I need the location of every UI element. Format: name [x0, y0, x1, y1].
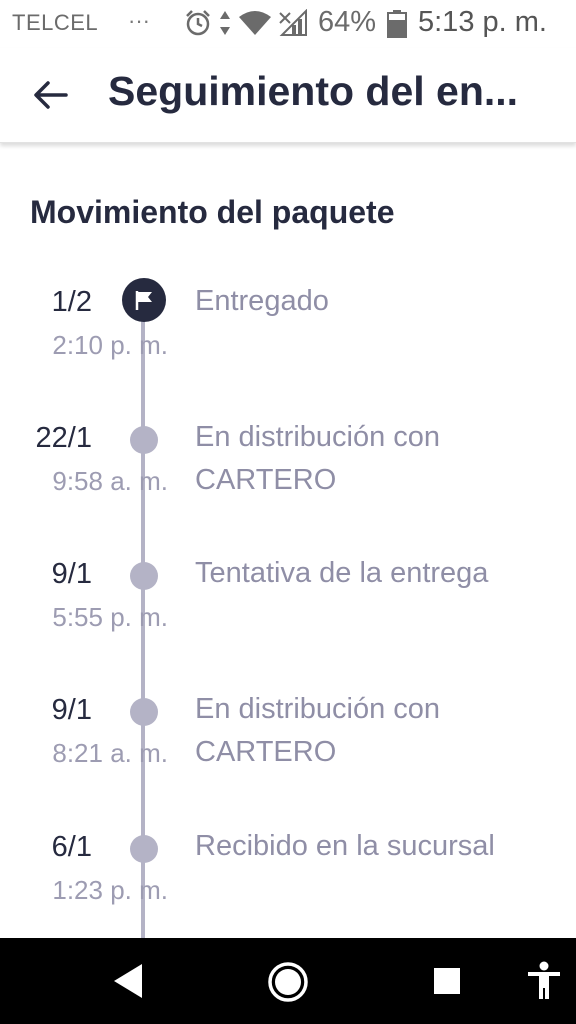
timeline-event: 9/1 5:55 p. m. Tentativa de la entrega: [0, 557, 576, 688]
timeline-dot: [130, 835, 158, 863]
home-circle-icon: [268, 962, 308, 1002]
back-button[interactable]: [28, 72, 74, 118]
event-description: Tentativa de la entrega: [195, 557, 489, 589]
event-description: En distribución con CARTERO: [195, 693, 441, 768]
battery-percent: 64%: [318, 6, 377, 38]
flag-icon: [135, 291, 152, 310]
data-arrows-icon: [220, 11, 230, 35]
tracking-content[interactable]: Movimiento del paquete 1/2 2:10 p. m. En…: [0, 152, 576, 938]
event-description: Recibido en la sucursal: [195, 830, 495, 862]
event-time: 9:58 a. m.: [52, 466, 168, 496]
arrow-left-icon: [34, 81, 68, 109]
status-icons: [184, 9, 308, 37]
status-clock: 5:13 p. m.: [418, 6, 547, 38]
delivered-marker: [122, 278, 166, 322]
timeline-event: 22/1 9:58 a. m. En distribución con CART…: [0, 421, 576, 552]
timeline-event: 9/1 8:21 a. m. En distribución con CARTE…: [0, 693, 576, 824]
page-title: Seguimiento del en...: [108, 68, 519, 114]
event-description: En distribución con CARTERO: [195, 421, 441, 496]
system-nav-bar: [0, 938, 576, 1024]
section-title: Movimiento del paquete: [30, 194, 395, 230]
nav-home-button[interactable]: [266, 960, 310, 1009]
event-time: 2:10 p. m.: [52, 330, 168, 360]
timeline-dot: [130, 698, 158, 726]
event-date: 22/1: [35, 422, 92, 454]
event-date: 1/2: [51, 286, 92, 318]
wifi-icon: [239, 11, 271, 35]
timeline-event: 6/1 1:23 p. m. Recibido en la sucursal: [0, 830, 576, 938]
event-time: 5:55 p. m.: [52, 602, 168, 632]
event-date: 9/1: [51, 694, 92, 726]
battery-icon: [387, 10, 407, 38]
event-date: 9/1: [51, 558, 92, 590]
alarm-icon: [186, 10, 210, 36]
accessibility-icon: [528, 961, 560, 999]
accessibility-button[interactable]: [526, 961, 562, 1006]
event-time: 1:23 p. m.: [52, 875, 168, 905]
nav-back-button[interactable]: [112, 961, 144, 1006]
nav-recents-button[interactable]: [433, 967, 461, 1000]
event-date: 6/1: [51, 831, 92, 863]
notification-overflow: ···: [128, 8, 150, 33]
app-bar: Seguimiento del en...: [0, 48, 576, 143]
status-bar: TELCEL ··· 64% 5:13 p. m.: [0, 0, 576, 48]
recents-square-icon: [434, 968, 460, 994]
timeline-event: 1/2 2:10 p. m. Entregado: [0, 278, 576, 416]
event-time: 8:21 a. m.: [52, 738, 168, 768]
carrier-name: TELCEL: [12, 10, 99, 35]
event-description: Entregado: [195, 285, 329, 317]
timeline-dot: [130, 426, 158, 454]
timeline-dot: [130, 562, 158, 590]
signal-icon: [279, 9, 307, 36]
back-triangle-icon: [114, 964, 142, 998]
